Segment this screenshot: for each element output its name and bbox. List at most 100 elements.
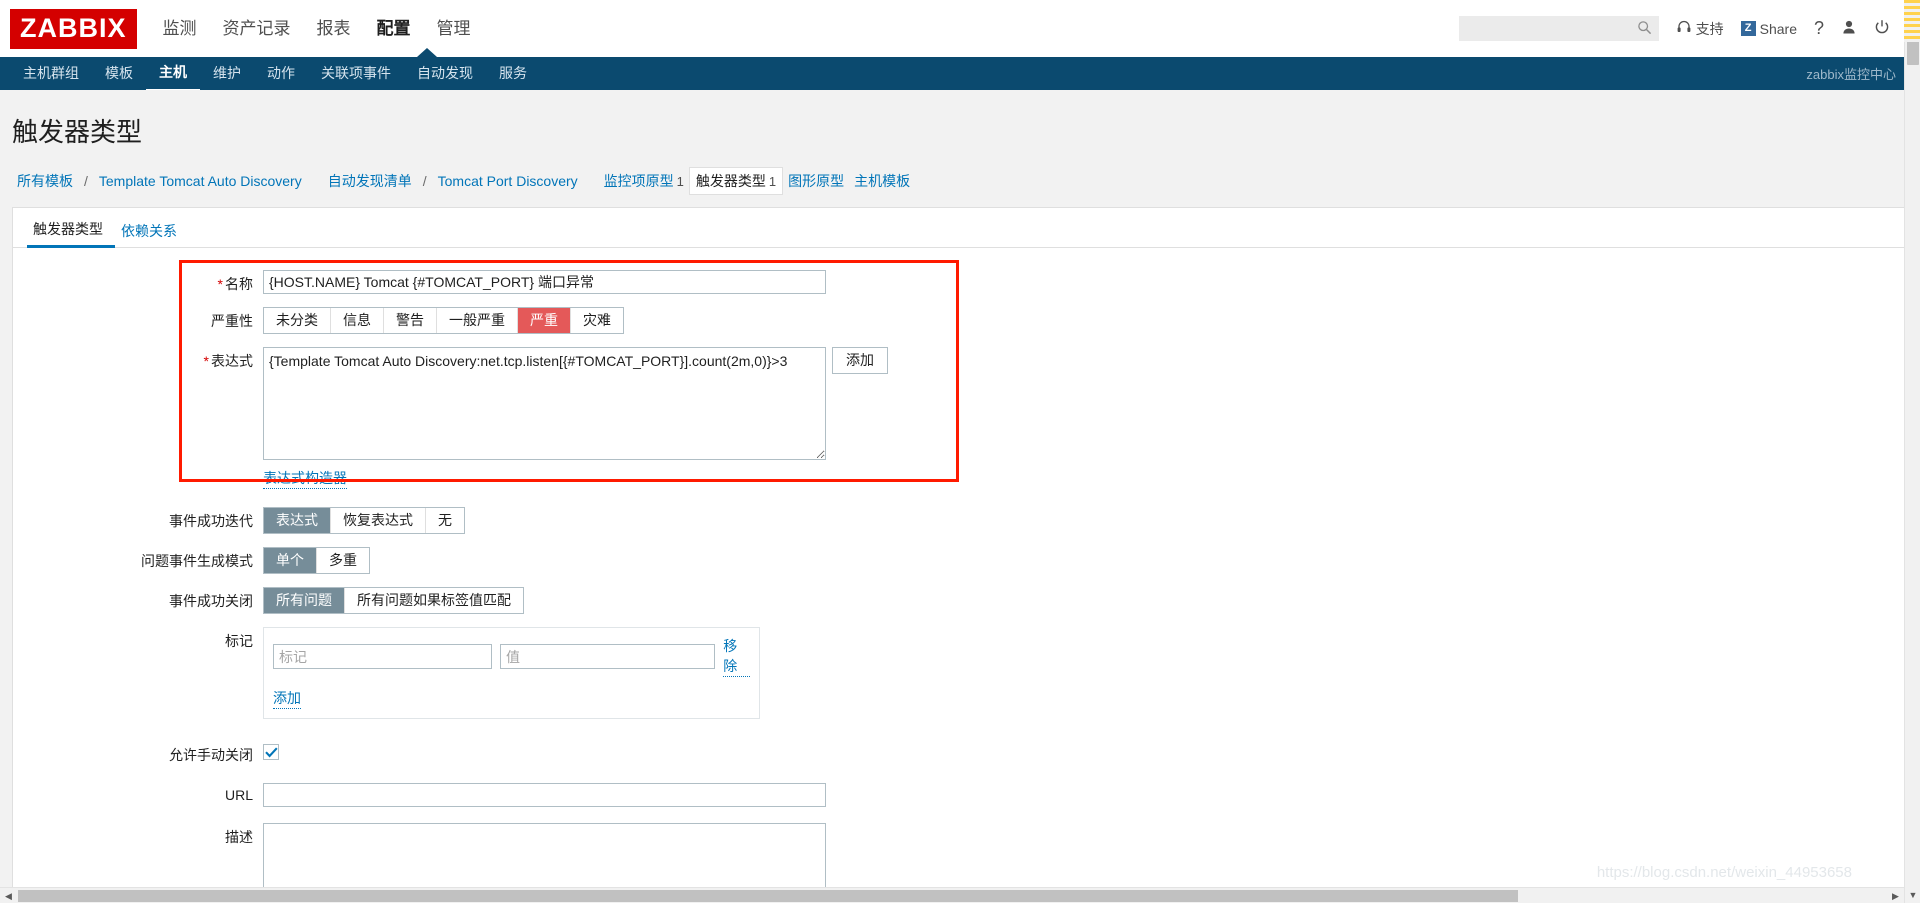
breadcrumb-item-prototypes[interactable]: 监控项原型 1 bbox=[599, 168, 689, 194]
problem-event-option-multiple[interactable]: 多重 bbox=[317, 548, 369, 573]
scroll-right-arrow-icon[interactable]: ▶ bbox=[1887, 888, 1904, 903]
tab-trigger-prototype[interactable]: 触发器类型 bbox=[27, 222, 115, 248]
share-label: Share bbox=[1759, 20, 1797, 37]
allow-manual-close-label: 允许手动关闭 bbox=[169, 747, 253, 763]
tag-name-input[interactable] bbox=[273, 644, 493, 669]
severity-option-high[interactable]: 严重 bbox=[518, 308, 571, 333]
severity-option-warning[interactable]: 警告 bbox=[384, 308, 437, 333]
ok-event-option-expression[interactable]: 表达式 bbox=[264, 508, 331, 533]
top-header: ZABBIX 监测 资产记录 报表 配置 管理 支持 Z Share ? bbox=[0, 0, 1920, 57]
form-row-url: URL bbox=[13, 783, 1907, 807]
share-link[interactable]: Z Share bbox=[1740, 20, 1797, 37]
secondary-navigation: 主机群组 模板 主机 维护 动作 关联项事件 自动发现 服务 zabbix监控中… bbox=[0, 48, 1920, 92]
severity-button-group: 未分类 信息 警告 一般严重 严重 灾难 bbox=[263, 307, 624, 334]
required-marker: * bbox=[217, 276, 223, 292]
tag-add-link[interactable]: 添加 bbox=[273, 688, 301, 709]
sidebar-item-host-groups[interactable]: 主机群组 bbox=[10, 57, 92, 90]
nav-item-inventory[interactable]: 资产记录 bbox=[223, 0, 291, 57]
vertical-scrollbar[interactable]: ▲ ▼ bbox=[1904, 0, 1920, 903]
severity-label: 严重性 bbox=[211, 313, 253, 329]
sidebar-item-correlation[interactable]: 关联项事件 bbox=[308, 57, 404, 90]
horizontal-scrollbar[interactable]: ◀ ▶ bbox=[0, 887, 1904, 903]
breadcrumb: 所有模板 / Template Tomcat Auto Discovery 自动… bbox=[0, 167, 1920, 207]
user-profile-link[interactable] bbox=[1841, 19, 1857, 38]
required-marker-expression: * bbox=[203, 353, 209, 369]
breadcrumb-discovery-list[interactable]: 自动发现清单 bbox=[323, 168, 417, 194]
zabbix-logo[interactable]: ZABBIX bbox=[10, 8, 137, 49]
app-window: ZABBIX 监测 资产记录 报表 配置 管理 支持 Z Share ? 主机群… bbox=[0, 0, 1920, 903]
form-row-tags: 标记 移除 添加 bbox=[13, 627, 1907, 719]
allow-manual-close-checkbox[interactable] bbox=[263, 744, 279, 760]
name-input[interactable] bbox=[263, 270, 826, 294]
share-badge-icon: Z bbox=[1740, 21, 1756, 36]
form-row-ok-event-closes: 事件成功关闭 所有问题 所有问题如果标签值匹配 bbox=[13, 587, 1907, 614]
tag-value-input[interactable] bbox=[500, 644, 716, 669]
tab-bar: 触发器类型 依赖关系 bbox=[13, 208, 1907, 248]
sidebar-item-discovery[interactable]: 自动发现 bbox=[404, 57, 486, 90]
url-label: URL bbox=[224, 787, 253, 803]
global-search[interactable] bbox=[1458, 16, 1659, 41]
main-content: 触发器类型 所有模板 / Template Tomcat Auto Discov… bbox=[0, 90, 1920, 903]
ok-event-option-none[interactable]: 无 bbox=[426, 508, 464, 533]
item-prototype-count: 1 bbox=[676, 174, 684, 189]
ok-event-closes-label: 事件成功关闭 bbox=[169, 593, 253, 609]
trigger-prototype-count: 1 bbox=[768, 174, 777, 189]
sidebar-item-services[interactable]: 服务 bbox=[486, 57, 540, 90]
ok-event-closes-option-tag-match[interactable]: 所有问题如果标签值匹配 bbox=[345, 588, 523, 613]
trigger-form: *名称 严重性 未分类 信息 警告 一般严重 严重 灾难 bbox=[13, 248, 1907, 903]
description-label: 描述 bbox=[225, 829, 253, 845]
ok-event-generation-label: 事件成功迭代 bbox=[169, 513, 253, 529]
form-row-allow-manual-close: 允许手动关闭 bbox=[13, 741, 1907, 765]
severity-option-information[interactable]: 信息 bbox=[331, 308, 384, 333]
ok-event-option-recovery-expression[interactable]: 恢复表达式 bbox=[331, 508, 426, 533]
checkmark-icon bbox=[264, 746, 278, 758]
problem-event-option-single[interactable]: 单个 bbox=[264, 548, 317, 573]
headset-icon bbox=[1676, 19, 1692, 38]
expression-label: * 表达式 bbox=[203, 353, 253, 369]
breadcrumb-host-prototypes[interactable]: 主机模板 bbox=[849, 168, 915, 194]
user-icon bbox=[1841, 19, 1857, 38]
sidebar-item-maintenance[interactable]: 维护 bbox=[200, 57, 254, 90]
ok-event-closes-option-all-problems[interactable]: 所有问题 bbox=[264, 588, 345, 613]
scroll-left-arrow-icon[interactable]: ◀ bbox=[0, 888, 17, 903]
breadcrumb-separator: / bbox=[84, 173, 88, 189]
severity-option-average[interactable]: 一般严重 bbox=[437, 308, 518, 333]
tab-dependencies[interactable]: 依赖关系 bbox=[115, 224, 195, 247]
breadcrumb-discovery-rule[interactable]: Tomcat Port Discovery bbox=[433, 170, 583, 192]
watermark-text: https://blog.csdn.net/weixin_44953658 bbox=[1596, 864, 1852, 881]
nav-item-configuration[interactable]: 配置 bbox=[377, 0, 411, 57]
help-link[interactable]: ? bbox=[1814, 18, 1824, 39]
sidebar-item-templates[interactable]: 模板 bbox=[92, 57, 146, 90]
breadcrumb-graph-prototypes[interactable]: 图形原型 bbox=[783, 168, 849, 194]
tags-container: 移除 添加 bbox=[263, 627, 760, 719]
nav-item-monitoring[interactable]: 监测 bbox=[163, 0, 197, 57]
header-actions: 支持 Z Share ? bbox=[1458, 16, 1920, 41]
sidebar-item-hosts[interactable]: 主机 bbox=[146, 56, 200, 92]
severity-option-not-classified[interactable]: 未分类 bbox=[264, 308, 331, 333]
ok-event-closes-group: 所有问题 所有问题如果标签值匹配 bbox=[263, 587, 524, 614]
form-row-severity: 严重性 未分类 信息 警告 一般严重 严重 灾难 bbox=[13, 307, 1907, 334]
expression-add-button[interactable]: 添加 bbox=[832, 347, 888, 374]
nav-item-administration[interactable]: 管理 bbox=[437, 0, 471, 57]
tag-remove-link[interactable]: 移除 bbox=[723, 636, 750, 677]
form-row-problem-event-mode: 问题事件生成模式 单个 多重 bbox=[13, 547, 1907, 574]
search-input[interactable] bbox=[1458, 16, 1659, 41]
breadcrumb-template-name[interactable]: Template Tomcat Auto Discovery bbox=[94, 170, 307, 192]
url-input[interactable] bbox=[263, 783, 826, 807]
horizontal-scrollbar-thumb[interactable] bbox=[18, 890, 1518, 902]
breadcrumb-trigger-prototypes-selected[interactable]: 触发器类型 1 bbox=[688, 167, 784, 195]
expression-textarea[interactable] bbox=[263, 347, 826, 460]
signout-link[interactable] bbox=[1874, 19, 1890, 38]
nav-item-reports[interactable]: 报表 bbox=[317, 0, 351, 57]
problem-event-mode-group: 单个 多重 bbox=[263, 547, 370, 574]
breadcrumb-all-templates[interactable]: 所有模板 bbox=[12, 168, 78, 194]
page-title: 触发器类型 bbox=[12, 117, 143, 147]
severity-option-disaster[interactable]: 灾难 bbox=[571, 308, 623, 333]
scroll-down-arrow-icon[interactable]: ▼ bbox=[1905, 886, 1920, 903]
sidebar-item-actions[interactable]: 动作 bbox=[254, 57, 308, 90]
trigger-prototype-card: 触发器类型 依赖关系 *名称 严重性 未分类 信息 警告 一 bbox=[12, 207, 1908, 903]
support-link[interactable]: 支持 bbox=[1676, 19, 1724, 39]
expression-constructor-link[interactable]: 表达式构造器 bbox=[263, 468, 347, 489]
logged-in-user-label: zabbix监控中心 bbox=[1806, 67, 1896, 82]
nav-pointer-arrow bbox=[417, 48, 437, 57]
